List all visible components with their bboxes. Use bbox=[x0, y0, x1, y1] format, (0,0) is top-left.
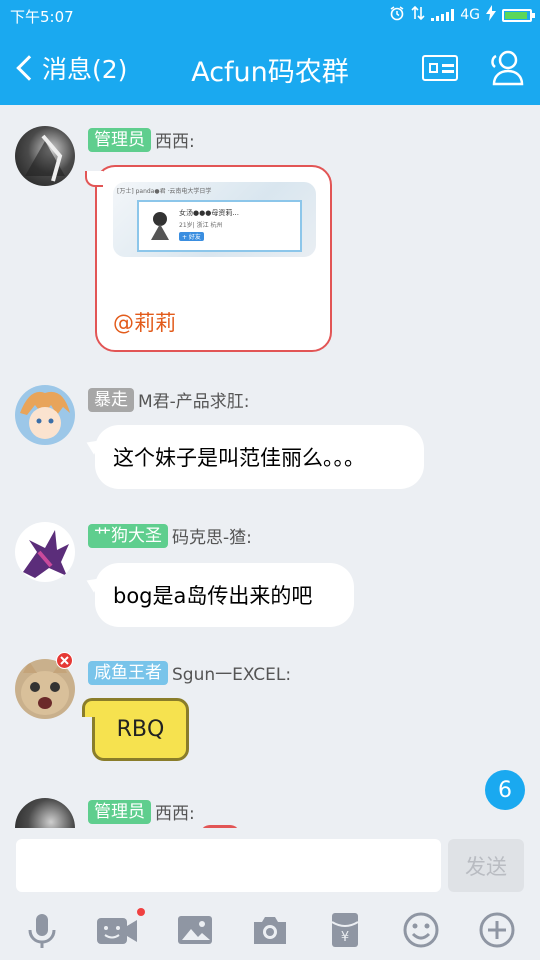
mention-text[interactable]: @莉莉 bbox=[113, 307, 176, 337]
role-badge: 咸鱼王者 bbox=[88, 660, 168, 685]
input-toolbar: ¥ bbox=[0, 906, 540, 952]
text-message-bubble[interactable]: 这个妹子是叫范佳丽么。。。 bbox=[95, 425, 424, 489]
profile-info: 21岁| 浙江 杭州 bbox=[179, 222, 223, 229]
message-text: RBQ bbox=[116, 717, 165, 742]
notification-dot bbox=[137, 908, 145, 916]
image-message-bubble[interactable]: [万士] panda●君 ·云南电大学日学 女汤●●●母资莉... 21岁| 浙… bbox=[85, 165, 332, 352]
plus-icon[interactable] bbox=[477, 910, 517, 950]
sender-name: 西西: bbox=[155, 804, 195, 824]
group-members-icon[interactable] bbox=[486, 48, 526, 88]
alarm-icon bbox=[389, 5, 405, 25]
avatar[interactable] bbox=[15, 522, 75, 582]
sender-line: 暴走 M君-产品求肛: bbox=[88, 387, 250, 412]
sender-name: 西西: bbox=[155, 132, 195, 152]
alert-badge-icon bbox=[56, 652, 73, 669]
microphone-icon[interactable] bbox=[22, 910, 62, 950]
image-icon[interactable] bbox=[175, 910, 215, 950]
role-badge: 管理员 bbox=[88, 799, 151, 824]
data-transfer-icon bbox=[411, 5, 425, 25]
shared-image[interactable]: [万士] panda●君 ·云南电大学日学 女汤●●●母资莉... 21岁| 浙… bbox=[113, 182, 316, 257]
signal-icon bbox=[431, 9, 455, 21]
status-bar: 下午5:07 4G bbox=[0, 0, 540, 32]
charging-icon bbox=[486, 5, 496, 25]
video-call-icon[interactable] bbox=[96, 908, 145, 950]
status-icons: 4G bbox=[389, 5, 535, 25]
avatar[interactable] bbox=[15, 126, 75, 186]
profile-name: 女汤●●●母资莉... bbox=[179, 209, 239, 217]
role-badge: 艹狗大圣 bbox=[88, 523, 168, 548]
camera-icon[interactable] bbox=[250, 910, 290, 950]
avatar[interactable] bbox=[15, 798, 75, 828]
nav-bar: 消息(2) Acfun码农群 bbox=[0, 32, 540, 105]
emoji-icon[interactable] bbox=[401, 910, 441, 950]
message-input[interactable] bbox=[16, 839, 441, 892]
svg-text:¥: ¥ bbox=[341, 930, 349, 945]
profile-card: 女汤●●●母资莉... 21岁| 浙江 杭州 + 好友 bbox=[137, 200, 302, 252]
profile-tag: + 好友 bbox=[179, 232, 204, 241]
chat-messages[interactable]: 管理员 西西: [万士] panda●君 ·云南电大学日学 女汤●●●母资莉..… bbox=[0, 105, 540, 828]
sender-line: 管理员 西西: bbox=[88, 799, 195, 824]
unread-count-badge[interactable]: 6 bbox=[485, 770, 525, 810]
avatar[interactable] bbox=[15, 385, 75, 445]
sender-name: M君-产品求肛: bbox=[138, 392, 250, 412]
image-caption: [万士] panda●君 ·云南电大学日学 bbox=[117, 188, 212, 195]
sender-name: Sgun一EXCEL: bbox=[172, 665, 292, 685]
battery-icon bbox=[502, 8, 535, 22]
role-badge: 暴走 bbox=[88, 387, 134, 412]
text-message-bubble[interactable]: bog是a岛传出来的吧 bbox=[95, 563, 354, 627]
sender-line: 管理员 西西: bbox=[88, 127, 195, 152]
role-badge: 管理员 bbox=[88, 127, 151, 152]
message-text: bog是a岛传出来的吧 bbox=[113, 584, 313, 608]
sender-line: 咸鱼王者 Sgun一EXCEL: bbox=[88, 660, 291, 685]
network-type: 4G bbox=[460, 7, 480, 23]
group-card-icon[interactable] bbox=[420, 48, 460, 88]
input-bar: 发送 ¥ bbox=[0, 828, 540, 960]
message-text: 这个妹子是叫范佳丽么。。。 bbox=[113, 446, 365, 470]
sender-line: 艹狗大圣 码克思-猹: bbox=[88, 523, 252, 548]
status-time: 下午5:07 bbox=[10, 8, 74, 26]
sender-name: 码克思-猹: bbox=[172, 528, 252, 548]
text-message-bubble[interactable]: RBQ bbox=[82, 698, 189, 761]
send-button[interactable]: 发送 bbox=[448, 839, 524, 892]
red-packet-icon[interactable]: ¥ bbox=[325, 910, 365, 950]
